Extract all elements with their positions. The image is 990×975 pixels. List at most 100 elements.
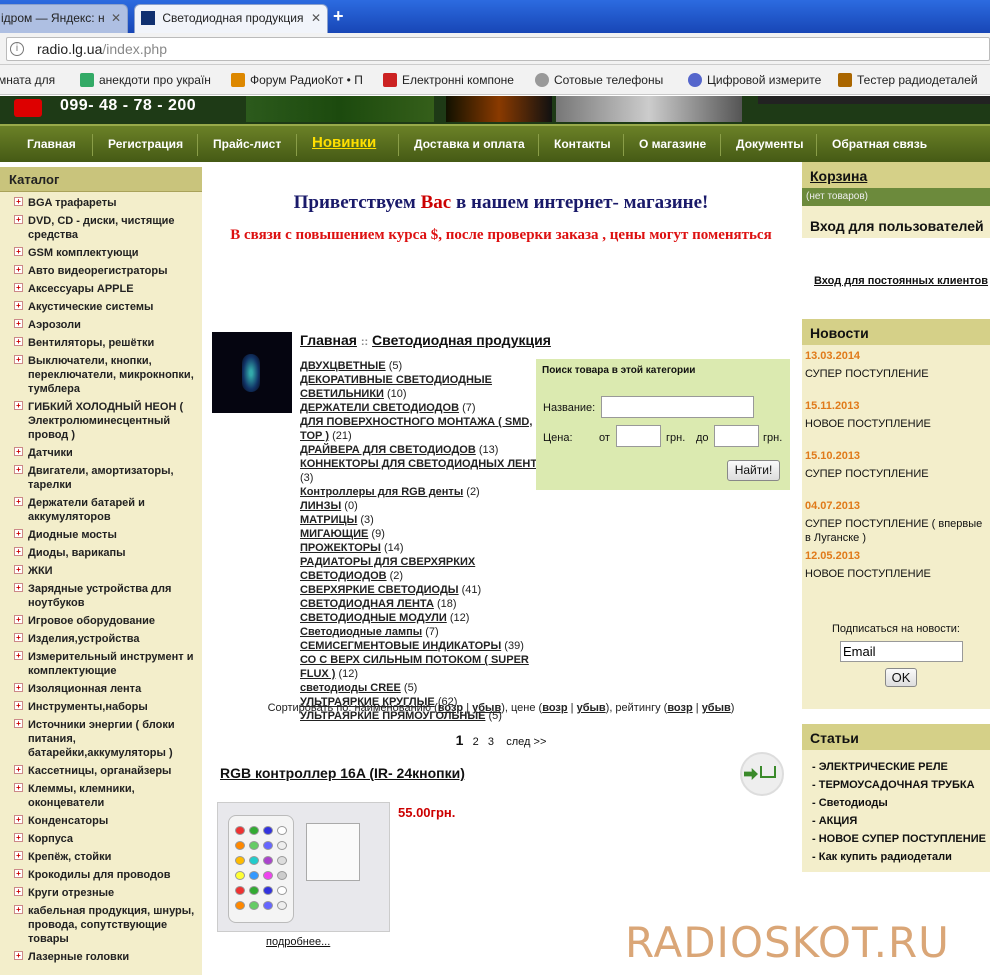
subcategory-item[interactable]: Светодиодные лампы (7) (300, 625, 540, 639)
subcategory-link[interactable]: ДЕРЖАТЕЛИ СВЕТОДИОДОВ (300, 402, 459, 414)
sort-rating-asc[interactable]: возр (667, 702, 692, 714)
add-to-cart-icon[interactable] (740, 752, 784, 796)
catalog-item[interactable]: + Диодные мосты (14, 528, 202, 542)
catalog-item[interactable]: + Измерительный инструмент и комплектующи… (14, 650, 202, 678)
news-item[interactable]: 04.07.2013 СУПЕР ПОСТУПЛЕНИЕ ( впервые в … (802, 495, 990, 545)
bookmark-item[interactable]: Форум РадиоКот • П (231, 73, 365, 87)
subcategory-item[interactable]: Контроллеры для RGB денты (2) (300, 485, 540, 499)
nav-feedback[interactable]: Обратная связь (832, 137, 927, 151)
article-link[interactable]: - Как купить радиодетали (812, 848, 990, 866)
article-link[interactable]: - ЭЛЕКТРИЧЕСКИЕ РЕЛЕ (812, 758, 990, 776)
subcategory-item[interactable]: ПРОЖЕКТОРЫ (14) (300, 541, 540, 555)
subcategory-item[interactable]: ДЕКОРАТИВНЫЕ СВЕТОДИОДНЫЕ СВЕТИЛЬНИКИ (1… (300, 373, 540, 401)
nav-delivery[interactable]: Доставка и оплата (414, 137, 525, 151)
catalog-item[interactable]: + Корпуса (14, 832, 202, 846)
catalog-item[interactable]: + Двигатели, амортизаторы, тарелки (14, 464, 202, 492)
catalog-item[interactable]: + Конденсаторы (14, 814, 202, 828)
tab-led-products[interactable]: Светодиодная продукция ✕ (134, 4, 328, 33)
bookmark-item[interactable]: Сотовые телефоны (535, 73, 665, 87)
catalog-item[interactable]: + Круги отрезные (14, 886, 202, 900)
subcategory-item[interactable]: ДЛЯ ПОВЕРХНОСТНОГО МОНТАЖА ( SMD, ТОР ) … (300, 415, 540, 443)
catalog-item[interactable]: + Акустические системы (14, 300, 202, 314)
price-to-input[interactable] (714, 425, 759, 447)
subcategory-link[interactable]: Светодиодные лампы (300, 626, 422, 638)
sort-rating-desc[interactable]: убыв (702, 702, 731, 714)
subcategory-item[interactable]: СВЕТОДИОДНАЯ ЛЕНТА (18) (300, 597, 540, 611)
catalog-item[interactable]: + Держатели батарей и аккумуляторов (14, 496, 202, 524)
news-item[interactable]: 13.03.2014 СУПЕР ПОСТУПЛЕНИЕ (802, 345, 990, 395)
subcategory-link[interactable]: СВЕРХЯРКИЕ СВЕТОДИОДЫ (300, 584, 459, 596)
product-image[interactable] (217, 802, 390, 932)
subcategory-item[interactable]: СО С ВЕРХ СИЛЬНЫМ ПОТОКОМ ( SUPER FLUX )… (300, 653, 540, 681)
nav-pricelist[interactable]: Прайс-лист (213, 137, 281, 151)
catalog-item[interactable]: + Инструменты,наборы (14, 700, 202, 714)
catalog-item[interactable]: + Крепёж, стойки (14, 850, 202, 864)
catalog-item[interactable]: + Игровое оборудование (14, 614, 202, 628)
bookmark-item[interactable]: Електронні компоне (383, 73, 517, 87)
catalog-item[interactable]: + Кассетницы, органайзеры (14, 764, 202, 778)
article-link[interactable]: - Светодиоды (812, 794, 990, 812)
sort-name-desc[interactable]: убыв (472, 702, 501, 714)
login-link[interactable]: Вход для постоянных клиентов (814, 275, 988, 287)
breadcrumb-current[interactable]: Светодиодная продукция (372, 332, 551, 348)
catalog-item[interactable]: + Клеммы, клемники, оконцеватели (14, 782, 202, 810)
product-title-link[interactable]: RGB контроллер 16A (IR- 24кнопки) (220, 765, 465, 781)
catalog-item[interactable]: + Диоды, варикапы (14, 546, 202, 560)
catalog-item[interactable]: + Датчики (14, 446, 202, 460)
nav-new-items[interactable]: Новинки (312, 134, 376, 151)
catalog-item[interactable]: + Изделия,устройства (14, 632, 202, 646)
subcategory-link[interactable]: Контроллеры для RGB денты (300, 486, 463, 498)
catalog-item[interactable]: + кабельная продукция, шнуры, провода, со… (14, 904, 202, 946)
subscribe-ok-button[interactable]: OK (885, 668, 917, 687)
catalog-item[interactable]: + Зарядные устройства для ноутбуков (14, 582, 202, 610)
nav-register[interactable]: Регистрация (108, 137, 183, 151)
subcategory-item[interactable]: СЕМИСЕГМЕНТОВЫЕ ИНДИКАТОРЫ (39) (300, 639, 540, 653)
url-input[interactable]: radio.lg.ua/index.php (6, 37, 990, 61)
subcategory-item[interactable]: ДРАЙВЕРА ДЛЯ СВЕТОДИОДОВ (13) (300, 443, 540, 457)
catalog-item[interactable]: + Источники энергии ( блоки питания, бата… (14, 718, 202, 760)
bookmark-item[interactable]: мната для (0, 73, 66, 87)
sort-name-asc[interactable]: возр (438, 702, 463, 714)
subcategory-link[interactable]: СВЕТОДИОДНЫЕ МОДУЛИ (300, 612, 447, 624)
subcategory-link[interactable]: ПРОЖЕКТОРЫ (300, 542, 381, 554)
news-item[interactable]: 15.10.2013 СУПЕР ПОСТУПЛЕНИЕ (802, 445, 990, 495)
subcategory-item[interactable]: ЛИНЗЫ (0) (300, 499, 540, 513)
subcategory-link[interactable]: ДРАЙВЕРА ДЛЯ СВЕТОДИОДОВ (300, 444, 476, 456)
sort-price-desc[interactable]: убыв (577, 702, 606, 714)
page-next[interactable]: след >> (506, 736, 546, 748)
page-link[interactable]: 3 (488, 736, 494, 748)
subcategory-item[interactable]: ДЕРЖАТЕЛИ СВЕТОДИОДОВ (7) (300, 401, 540, 415)
subcategory-item[interactable]: МАТРИЦЫ (3) (300, 513, 540, 527)
search-button[interactable]: Найти! (727, 460, 780, 481)
news-item[interactable]: 12.05.2013 НОВОЕ ПОСТУПЛЕНИЕ (802, 545, 990, 595)
subcategory-link[interactable]: МИГАЮЩИЕ (300, 528, 368, 540)
nav-documents[interactable]: Документы (736, 137, 803, 151)
catalog-item[interactable]: + Авто видеорегистраторы (14, 264, 202, 278)
catalog-item[interactable]: + Аэрозоли (14, 318, 202, 332)
catalog-item[interactable]: + Изоляционная лента (14, 682, 202, 696)
catalog-item[interactable]: + GSM комплектующи (14, 246, 202, 260)
subcategory-item[interactable]: КОННЕКТОРЫ ДЛЯ СВЕТОДИОДНЫХ ЛЕНТ (3) (300, 457, 540, 485)
catalog-item[interactable]: + ГИБКИЙ ХОЛОДНЫЙ НЕОН ( Электролюминесце… (14, 400, 202, 442)
nav-about[interactable]: О магазине (639, 137, 706, 151)
breadcrumb-home[interactable]: Главная (300, 332, 357, 348)
catalog-item[interactable]: + ЖКИ (14, 564, 202, 578)
product-more-link[interactable]: подробнее... (266, 936, 330, 948)
price-from-input[interactable] (616, 425, 661, 447)
news-item[interactable]: 15.11.2013 НОВОЕ ПОСТУПЛЕНИЕ (802, 395, 990, 445)
close-icon[interactable]: ✕ (311, 11, 321, 25)
catalog-item[interactable]: + Вентиляторы, решётки (14, 336, 202, 350)
subcategory-link[interactable]: СЕМИСЕГМЕНТОВЫЕ ИНДИКАТОРЫ (300, 640, 501, 652)
subcategory-link[interactable]: РАДИАТОРЫ ДЛЯ СВЕРХЯРКИХ СВЕТОДИОДОВ (300, 556, 475, 582)
catalog-item[interactable]: + DVD, CD - диски, чистящие средства (14, 214, 202, 242)
article-link[interactable]: - НОВОЕ СУПЕР ПОСТУПЛЕНИЕ (812, 830, 990, 848)
subcategory-link[interactable]: ДВУХЦВЕТНЫЕ (300, 360, 386, 372)
tab-yandex[interactable]: ідром — Яндекс: н ✕ (0, 4, 128, 33)
subcategory-item[interactable]: МИГАЮЩИЕ (9) (300, 527, 540, 541)
cart-title[interactable]: Корзина (802, 162, 990, 188)
subcategory-item[interactable]: РАДИАТОРЫ ДЛЯ СВЕРХЯРКИХ СВЕТОДИОДОВ (2) (300, 555, 540, 583)
info-icon[interactable]: i (10, 42, 24, 56)
nav-contacts[interactable]: Контакты (554, 137, 611, 151)
subcategory-link[interactable]: МАТРИЦЫ (300, 514, 357, 526)
email-field[interactable] (840, 641, 963, 662)
